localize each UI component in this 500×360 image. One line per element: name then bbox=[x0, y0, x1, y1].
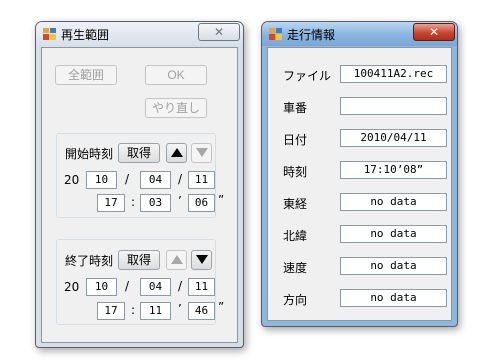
info-value-field: 2010/04/11 bbox=[340, 129, 447, 147]
driving-info-window: 走行情報 ✕ ファイル 100411A2.rec 車番日付 2010/04/11 時刻 1… bbox=[261, 21, 458, 327]
start-time-group: 開始時刻 取得 20 10 / 04 / 11 17 : 03 ’ 06 bbox=[56, 133, 216, 218]
date-separator: / bbox=[125, 172, 130, 186]
start-get-button[interactable]: 取得 bbox=[118, 143, 160, 163]
window-title: 再生範囲 bbox=[61, 28, 110, 42]
info-label: 速度 bbox=[283, 261, 308, 275]
start-day-field[interactable]: 11 bbox=[188, 171, 215, 189]
date-separator: / bbox=[178, 279, 183, 293]
start-time-label: 開始時刻 bbox=[65, 147, 114, 161]
triangle-down-icon bbox=[196, 255, 208, 264]
time-separator: : bbox=[131, 195, 136, 209]
info-label: 方向 bbox=[283, 293, 308, 307]
close-button[interactable]: ✕ bbox=[198, 23, 240, 41]
minute-mark: ’ bbox=[178, 194, 182, 208]
playback-range-titlebar[interactable]: 再生範囲 ✕ bbox=[36, 22, 243, 46]
info-label: 東経 bbox=[283, 197, 308, 211]
info-label: ファイル bbox=[283, 69, 332, 83]
end-time-group: 終了時刻 取得 20 10 / 04 / 11 17 : 11 ’ 46 bbox=[56, 239, 216, 325]
end-time-label: 終了時刻 bbox=[65, 254, 114, 268]
start-century: 20 bbox=[64, 173, 80, 187]
playback-range-client: 全範囲 OK やり直し 開始時刻 取得 20 10 / 04 / 11 17 :… bbox=[41, 47, 238, 343]
end-get-button[interactable]: 取得 bbox=[118, 250, 160, 270]
info-label: 車番 bbox=[283, 101, 308, 115]
info-value-field: no data bbox=[340, 257, 447, 275]
end-century: 20 bbox=[64, 280, 80, 294]
end-down-button[interactable] bbox=[191, 250, 212, 270]
start-hour-field[interactable]: 17 bbox=[97, 194, 125, 212]
start-down-button[interactable] bbox=[191, 143, 212, 163]
end-day-field[interactable]: 11 bbox=[188, 278, 215, 296]
triangle-down-icon bbox=[196, 148, 208, 157]
triangle-up-icon bbox=[171, 148, 183, 157]
end-hour-field[interactable]: 17 bbox=[97, 302, 125, 320]
info-value-field: no data bbox=[340, 289, 447, 307]
info-value-field bbox=[340, 97, 447, 115]
end-year-field[interactable]: 10 bbox=[86, 278, 117, 296]
start-minute-field[interactable]: 03 bbox=[140, 194, 171, 212]
start-year-field[interactable]: 10 bbox=[86, 171, 117, 189]
redo-button[interactable]: やり直し bbox=[145, 98, 207, 118]
info-label: 日付 bbox=[283, 133, 308, 147]
driving-info-client: ファイル 100411A2.rec 車番日付 2010/04/11 時刻 17:10’08… bbox=[267, 47, 452, 321]
second-mark: ” bbox=[218, 300, 225, 314]
info-label: 時刻 bbox=[283, 165, 308, 179]
info-value-field: no data bbox=[340, 225, 447, 243]
second-mark: ” bbox=[218, 193, 225, 207]
driving-info-titlebar[interactable]: 走行情報 ✕ bbox=[262, 22, 457, 46]
start-up-button[interactable] bbox=[166, 143, 187, 163]
info-value-field: no data bbox=[340, 193, 447, 211]
close-icon: ✕ bbox=[213, 25, 225, 39]
all-range-button[interactable]: 全範囲 bbox=[55, 65, 117, 85]
date-separator: / bbox=[125, 279, 130, 293]
minute-mark: ’ bbox=[178, 302, 182, 316]
start-month-field[interactable]: 04 bbox=[140, 171, 171, 189]
end-minute-field[interactable]: 11 bbox=[140, 302, 171, 320]
time-separator: : bbox=[131, 303, 136, 317]
end-month-field[interactable]: 04 bbox=[140, 278, 171, 296]
triangle-up-icon bbox=[171, 255, 183, 264]
start-second-field[interactable]: 06 bbox=[188, 194, 215, 212]
end-up-button[interactable] bbox=[166, 250, 187, 270]
close-button[interactable]: ✕ bbox=[413, 23, 455, 41]
app-icon bbox=[269, 28, 282, 40]
end-second-field[interactable]: 46 bbox=[188, 302, 215, 320]
ok-button[interactable]: OK bbox=[145, 65, 207, 85]
info-label: 北緯 bbox=[283, 229, 308, 243]
close-icon: ✕ bbox=[428, 25, 440, 39]
info-value-field: 100411A2.rec bbox=[340, 65, 447, 83]
info-value-field: 17:10’08” bbox=[340, 161, 447, 179]
window-title: 走行情報 bbox=[287, 28, 336, 42]
playback-range-window: 再生範囲 ✕ 全範囲 OK やり直し 開始時刻 取得 20 10 / 04 / … bbox=[35, 21, 244, 348]
app-icon bbox=[43, 28, 56, 40]
date-separator: / bbox=[178, 172, 183, 186]
